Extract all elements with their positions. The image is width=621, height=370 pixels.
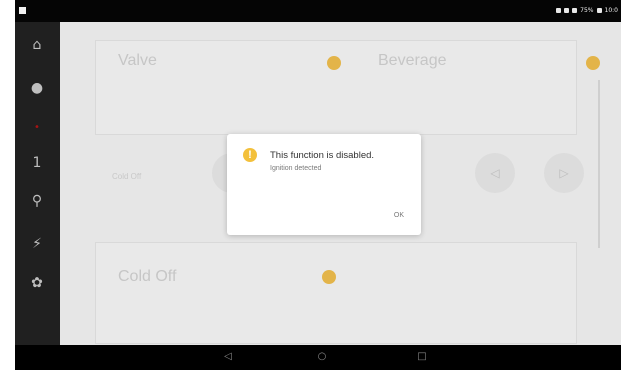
wifi-icon (572, 8, 578, 13)
dialog-message: Ignition detected (270, 165, 322, 172)
back-icon[interactable]: ◁ (221, 350, 235, 364)
top-card (95, 40, 577, 135)
bottom-card (95, 242, 577, 344)
disabled-function-dialog: ! This function is disabled. Ignition de… (227, 134, 421, 235)
notification-icon (19, 7, 26, 14)
pin-icon[interactable]: ⚲ (27, 192, 47, 210)
warning-icon (327, 56, 341, 70)
dialog-title: This function is disabled. (270, 150, 375, 161)
warning-icon: ! (243, 148, 257, 162)
scrollbar[interactable] (598, 80, 600, 248)
increase-button[interactable]: ▷ (544, 153, 584, 193)
home-icon[interactable]: ⌂ (27, 36, 47, 54)
drop-icon[interactable]: ● (27, 79, 47, 97)
warning-icon (322, 270, 336, 284)
flash-icon[interactable]: ⚡ (27, 235, 47, 253)
valve-title: Valve (118, 52, 157, 69)
app-frame: 75% 10:0 ⌂ ● • 1 ⚲ ⚡ ✿ Valve Beverage Co… (15, 0, 621, 370)
location-icon (564, 8, 570, 13)
home-button-icon[interactable]: ○ (315, 350, 329, 364)
fan-icon[interactable]: ✿ (27, 274, 47, 292)
warning-icon (586, 56, 600, 70)
cold-off-title: Cold Off (118, 268, 177, 285)
decrease-button[interactable]: ◁ (475, 153, 515, 193)
recents-icon[interactable]: □ (415, 350, 429, 364)
bluetooth-icon (556, 8, 562, 13)
status-bar: 75% 10:0 (15, 0, 621, 22)
beverage-title: Beverage (378, 52, 447, 69)
battery-percent: 75% (580, 7, 594, 14)
thermometer-icon[interactable]: 1 (27, 154, 47, 172)
ok-button[interactable]: OK (391, 210, 407, 221)
cold-off-label: Cold Off (112, 172, 142, 181)
navigation-bar: ◁ ○ □ (15, 345, 621, 370)
battery-icon (596, 8, 602, 13)
clock: 10:0 (604, 7, 618, 14)
status-icons: 75% 10:0 (556, 7, 618, 14)
indicator-icon[interactable]: • (27, 119, 47, 137)
sidebar: ⌂ ● • 1 ⚲ ⚡ ✿ (15, 22, 60, 345)
